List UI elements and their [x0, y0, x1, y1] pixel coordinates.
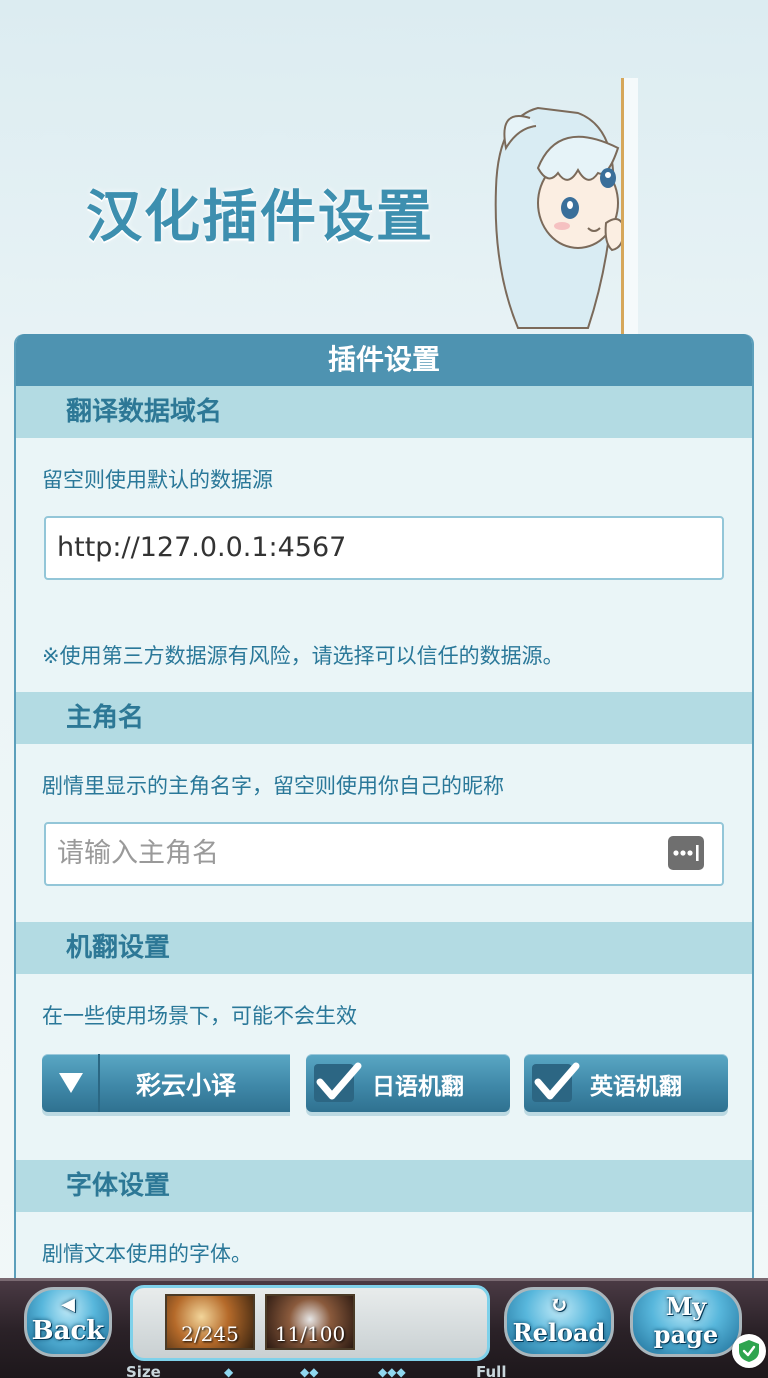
- japanese-mt-toggle[interactable]: 日语机翻: [306, 1054, 510, 1112]
- section-heading-machine-translation: 机翻设置: [16, 922, 752, 974]
- ap-value: 2/245: [181, 1322, 239, 1346]
- translator-select-value: 彩云小译: [136, 1071, 237, 1100]
- reload-label: Reload: [512, 1318, 606, 1347]
- banner-title: 汉化插件设置: [86, 185, 434, 250]
- status-gauges: 2/245 11/100: [130, 1285, 490, 1361]
- english-mt-toggle[interactable]: 英语机翻: [524, 1054, 728, 1112]
- machine-translation-controls: 彩云小译 日语机翻 英语机翻: [16, 1054, 752, 1118]
- protagonist-description: 剧情里显示的主角名字，留空则使用你自己的昵称: [42, 774, 504, 798]
- size-step-2[interactable]: ◆◆: [300, 1365, 318, 1378]
- domain-input[interactable]: http://127.0.0.1:4567: [44, 516, 724, 580]
- header-banner: 汉化插件设置: [0, 0, 768, 335]
- back-arrow-icon: ◀: [61, 1294, 75, 1315]
- mypage-label-line1: My: [665, 1292, 707, 1321]
- japanese-mt-label: 日语机翻: [372, 1074, 464, 1100]
- section-heading-protagonist: 主角名: [16, 692, 752, 744]
- ap-gauge: 2/245: [165, 1294, 255, 1350]
- size-step-1[interactable]: ◆: [224, 1365, 233, 1378]
- size-step-3[interactable]: ◆◆◆: [378, 1365, 406, 1378]
- mypage-label-line2: page: [653, 1320, 719, 1349]
- full-label: Full: [476, 1363, 507, 1378]
- mypage-button[interactable]: My page: [630, 1287, 742, 1357]
- shield-check-icon[interactable]: [732, 1334, 766, 1368]
- machine-translation-description: 在一些使用场景下，可能不会生效: [42, 1004, 357, 1028]
- password-dots-icon[interactable]: [668, 836, 704, 870]
- protagonist-placeholder: 请输入主角名: [57, 838, 219, 869]
- triangle-down-icon: [42, 1054, 100, 1112]
- domain-warning: ※使用第三方数据源有风险，请选择可以信任的数据源。: [42, 644, 564, 668]
- reload-button[interactable]: ↻ Reload: [504, 1287, 614, 1357]
- english-mt-label: 英语机翻: [590, 1074, 682, 1100]
- domain-description: 留空则使用默认的数据源: [42, 468, 273, 492]
- protagonist-input[interactable]: 请输入主角名: [44, 822, 724, 886]
- mascot-illustration: [494, 78, 638, 335]
- back-button[interactable]: ◀ Back: [24, 1287, 112, 1357]
- size-label: Size: [126, 1363, 161, 1378]
- back-label: Back: [31, 1316, 105, 1346]
- checkmark-icon: [314, 1062, 362, 1102]
- settings-panel: 插件设置 翻译数据域名 留空则使用默认的数据源 http://127.0.0.1…: [14, 334, 754, 1334]
- reload-icon: ↻: [549, 1292, 569, 1318]
- bp-value: 11/100: [274, 1322, 346, 1346]
- section-heading-font: 字体设置: [16, 1160, 752, 1212]
- size-slider[interactable]: Size ◆ ◆◆ ◆◆◆ Full: [0, 1363, 768, 1378]
- panel-title: 插件设置: [16, 334, 752, 386]
- font-description: 剧情文本使用的字体。: [42, 1242, 252, 1266]
- checkmark-icon: [532, 1062, 580, 1102]
- bp-gauge: 11/100: [265, 1294, 355, 1350]
- translator-select[interactable]: 彩云小译: [42, 1054, 290, 1112]
- section-heading-domain: 翻译数据域名: [16, 386, 752, 438]
- game-bottom-bar: ◀ Back 2/245 11/100 ↻ Reload My page Siz…: [0, 1278, 768, 1378]
